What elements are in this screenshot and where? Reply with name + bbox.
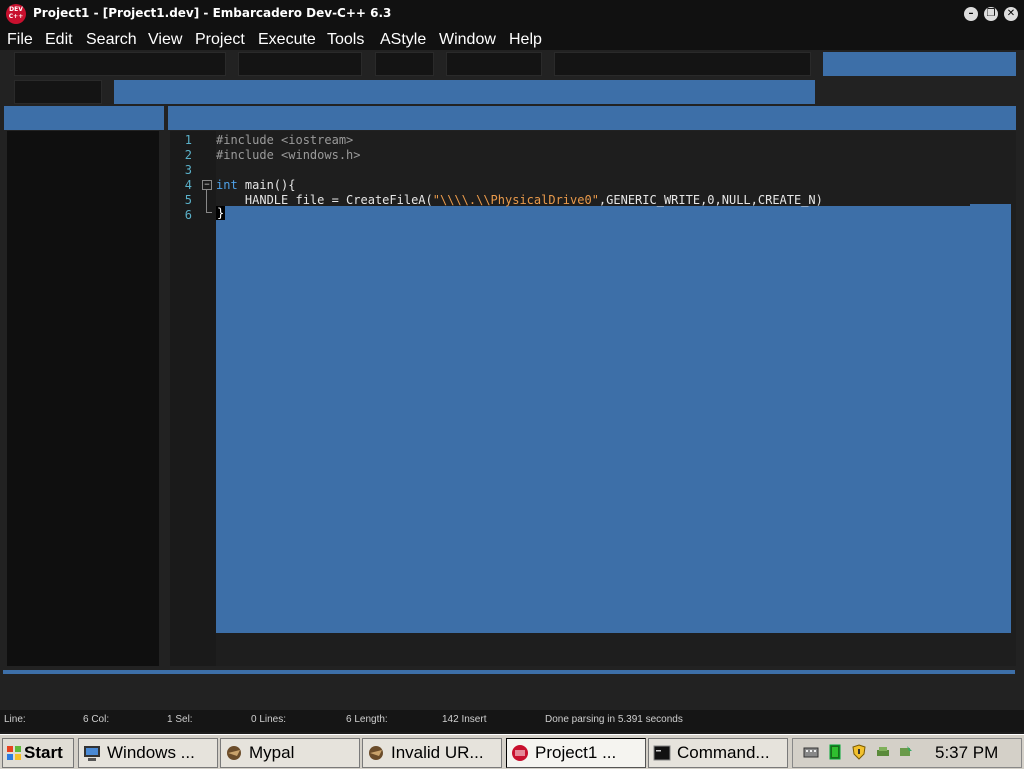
status-length: 6 Length: <box>346 714 388 725</box>
title-bar: DEV C++ Project1 - [Project1.dev] - Emba… <box>0 0 1024 28</box>
app-icon-text: DEV C++ <box>8 6 24 20</box>
menu-search[interactable]: Search <box>86 31 137 49</box>
toolbar-search[interactable] <box>375 52 434 76</box>
status-insert: 142 Insert <box>442 714 487 725</box>
computer-icon <box>84 746 100 761</box>
safely-remove-hardware-icon[interactable] <box>897 744 913 760</box>
system-tray: 5:37 PM <box>792 738 1022 768</box>
line-number: 4 <box>184 178 192 192</box>
menu-execute[interactable]: Execute <box>258 31 316 49</box>
task-windows[interactable]: Windows ... <box>78 738 218 768</box>
menu-tools[interactable]: Tools <box>327 31 364 49</box>
start-label: Start <box>24 743 63 762</box>
status-sel: 1 Sel: <box>167 714 193 725</box>
line-number: 6 <box>184 208 192 222</box>
task-label: Command... <box>677 743 770 762</box>
start-button[interactable]: Start <box>2 738 74 768</box>
line-number: 5 <box>184 193 192 207</box>
compiler-output-panel <box>0 668 1024 710</box>
restore-button[interactable]: ❐ <box>984 7 998 21</box>
code-line-6: } <box>216 206 226 220</box>
menu-help[interactable]: Help <box>509 31 542 49</box>
toolbar-area <box>0 50 1024 104</box>
task-mypal[interactable]: Mypal <box>220 738 360 768</box>
task-label: Windows ... <box>107 743 195 762</box>
clock[interactable]: 5:37 PM <box>935 743 998 763</box>
toolbar-main[interactable] <box>14 52 226 76</box>
code-line-4-rest: main(){ <box>237 178 296 192</box>
keyword-int: int <box>216 178 238 192</box>
fold-guide <box>206 190 207 212</box>
project-panel-tabs[interactable] <box>4 106 164 130</box>
member-select[interactable] <box>114 80 815 104</box>
devcpp-icon <box>512 745 528 761</box>
code-editor[interactable]: 1 2 3 4 5 6 − #include <iostream> #inclu… <box>170 131 1016 666</box>
editor-tab-bar[interactable] <box>168 106 1016 130</box>
mypal-browser-icon <box>227 746 241 760</box>
compiler-select[interactable] <box>823 52 1016 76</box>
close-button[interactable]: ✕ <box>1004 7 1018 21</box>
toolbar-edit[interactable] <box>238 52 362 76</box>
task-invalid-url[interactable]: Invalid UR... <box>362 738 502 768</box>
output-tab-bar[interactable] <box>3 670 1015 674</box>
keyboard-icon[interactable] <box>803 744 819 760</box>
code-line-5-post: ,GENERIC_WRITE,0,NULL,CREATE_N) <box>598 193 823 207</box>
task-label: Project1 ... <box>535 743 617 762</box>
project-panel <box>0 104 166 670</box>
string-literal: "\\\\.\\PhysicalDrive0" <box>432 193 599 207</box>
menu-bar: File Edit Search View Project Execute To… <box>0 28 1024 50</box>
command-prompt-icon <box>653 745 671 761</box>
status-message: Done parsing in 5.391 seconds <box>545 714 683 725</box>
task-command[interactable]: Command... <box>648 738 788 768</box>
line-number: 2 <box>184 148 192 162</box>
class-select[interactable] <box>14 80 102 104</box>
toolbar-debug[interactable] <box>554 52 811 76</box>
status-bar: Line: 6 Col: 1 Sel: 0 Lines: 6 Length: 1… <box>0 710 1024 732</box>
menu-file[interactable]: File <box>7 31 33 49</box>
devcpp-app-icon[interactable]: DEV C++ <box>6 4 26 24</box>
fold-toggle-icon[interactable]: − <box>202 180 212 190</box>
menu-astyle[interactable]: AStyle <box>380 31 426 49</box>
task-label: Invalid UR... <box>391 743 484 762</box>
fold-guide-end <box>206 212 212 213</box>
menu-window[interactable]: Window <box>439 31 496 49</box>
text-selection <box>216 206 1011 633</box>
task-project1[interactable]: Project1 ... <box>506 738 646 768</box>
menu-edit[interactable]: Edit <box>45 31 73 49</box>
editor-frame: 1 2 3 4 5 6 − #include <iostream> #inclu… <box>166 104 1024 670</box>
code-line-5: HANDLE file = CreateFileA("\\\\.\\Physic… <box>216 193 823 207</box>
task-label: Mypal <box>249 743 295 762</box>
menu-view[interactable]: View <box>148 31 182 49</box>
mypal-browser-icon <box>369 746 383 760</box>
status-lines: 0 Lines: <box>251 714 287 725</box>
code-line-5-pre: HANDLE file = CreateFileA( <box>216 193 433 207</box>
taskbar: Start Windows ... Mypal Invalid UR... Pr… <box>0 734 1024 769</box>
menu-project[interactable]: Project <box>195 31 245 49</box>
line-number: 3 <box>184 163 192 177</box>
status-col: 6 Col: <box>83 714 110 725</box>
code-line-2: #include <windows.h> <box>216 148 361 162</box>
security-shield-icon[interactable] <box>851 744 867 760</box>
windows-logo-icon <box>7 746 21 760</box>
minimize-button[interactable]: – <box>964 7 978 21</box>
line-number: 1 <box>184 133 192 147</box>
code-line-4: int main(){ <box>216 178 295 192</box>
text-selection-edge <box>970 204 1011 206</box>
code-line-1: #include <iostream> <box>216 133 354 147</box>
project-tree[interactable] <box>7 131 159 666</box>
status-line: Line: <box>4 714 26 725</box>
memory-usage-icon[interactable] <box>827 744 843 760</box>
window-title: Project1 - [Project1.dev] - Embarcadero … <box>33 6 392 20</box>
network-icon[interactable] <box>875 744 891 760</box>
toolbar-compile[interactable] <box>446 52 542 76</box>
